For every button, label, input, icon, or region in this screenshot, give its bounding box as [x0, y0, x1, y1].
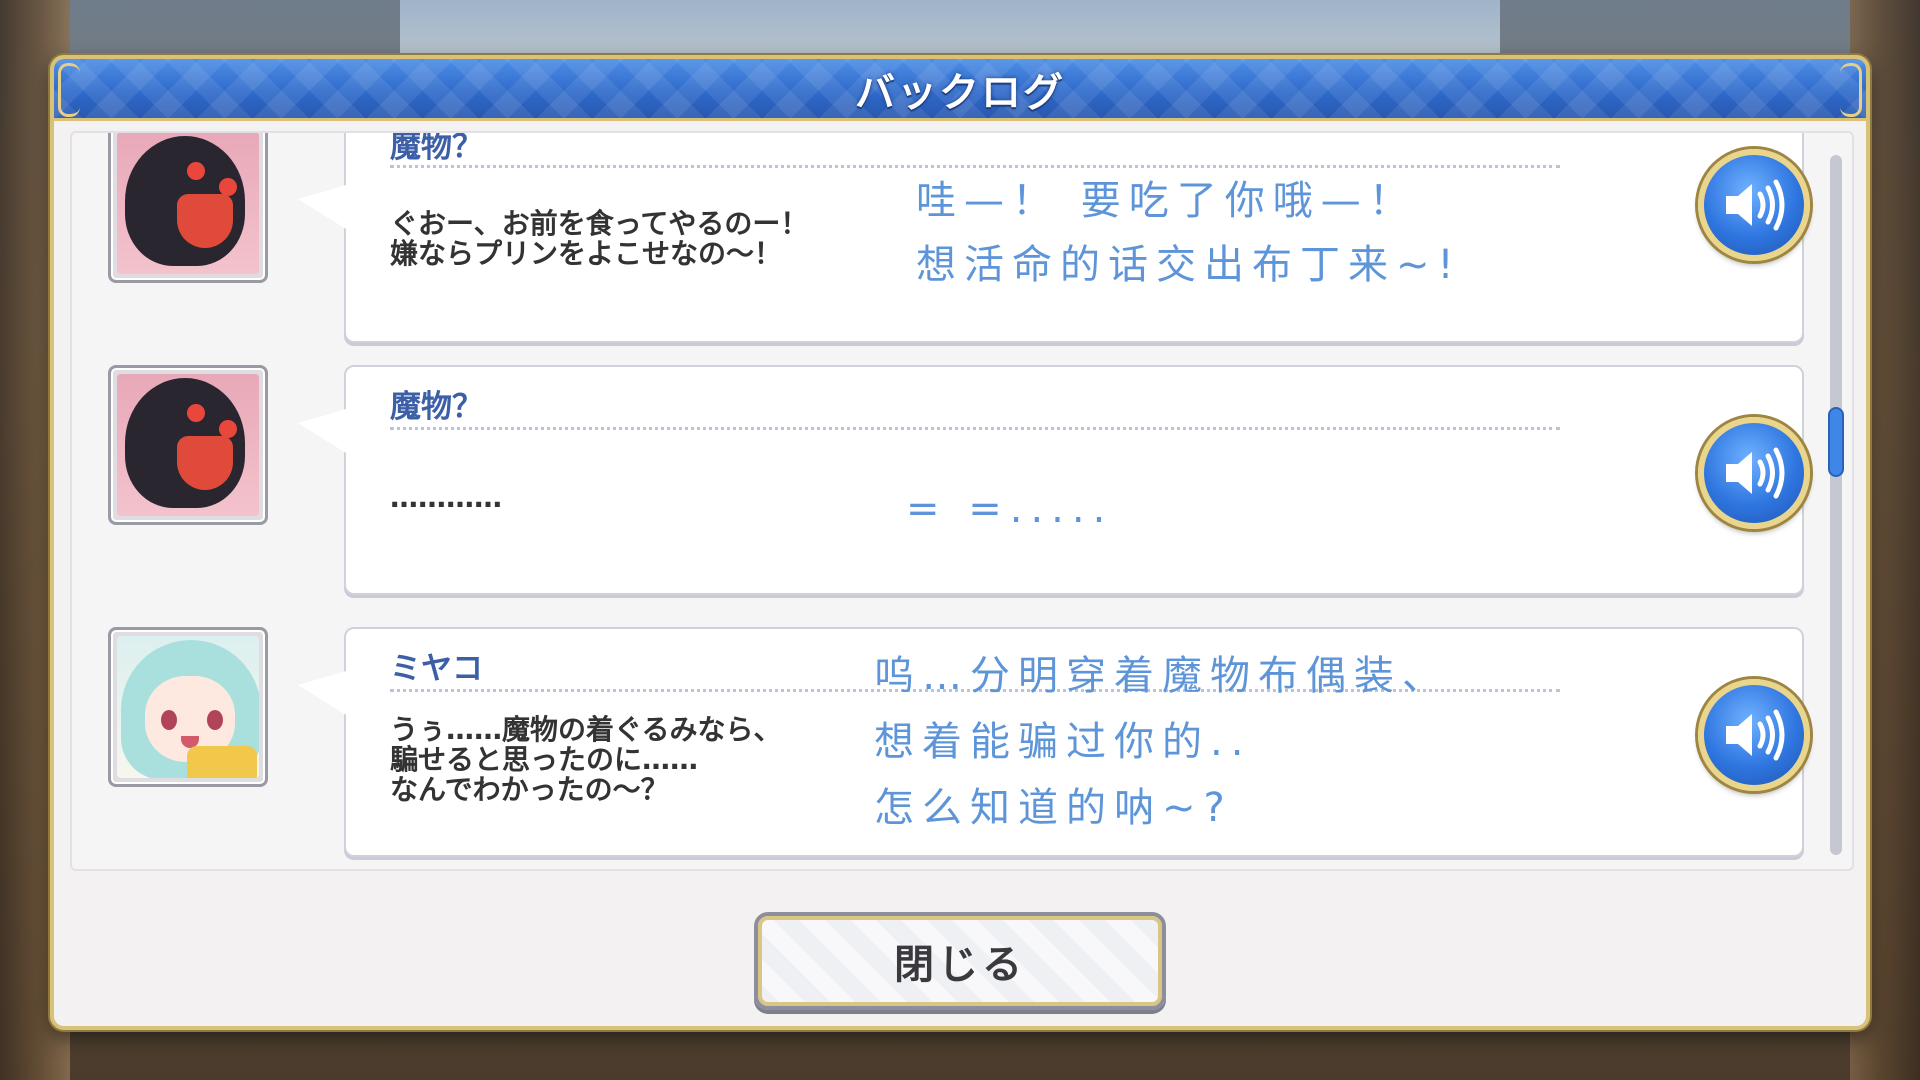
message-text: うぅ……魔物の着ぐるみなら、 騙せると思ったのに…… なんでわかったの〜？	[390, 713, 782, 806]
translation-text: = =.....	[906, 486, 1114, 532]
girl-portrait-icon	[117, 636, 259, 778]
monster-portrait-icon	[117, 374, 259, 516]
message-bubble: 魔物？ ………… = =.....	[298, 365, 1810, 595]
speaker-name: 魔物？	[390, 389, 483, 425]
backlog-entry: 魔物？ ぐおー、お前を食ってやるのー！ 嫌ならプリンをよこせなの〜！ 哇—！ 要…	[72, 131, 1832, 343]
backlog-entry: 魔物？ ………… = =.....	[72, 365, 1832, 605]
translation-text: 哇—！ 要吃了你哦—！ 想活命的话交出布丁来~!	[916, 178, 1462, 288]
scrollbar-thumb[interactable]	[1828, 407, 1844, 477]
backlog-list[interactable]: 魔物？ ぐおー、お前を食ってやるのー！ 嫌ならプリンをよこせなの〜！ 哇—！ 要…	[70, 131, 1854, 871]
avatar	[108, 133, 268, 283]
voice-play-button[interactable]	[1698, 149, 1810, 261]
monster-portrait-icon	[117, 133, 259, 274]
header-ornament-left	[58, 63, 80, 117]
backlog-dialog: バックログ 魔物？ ぐおー、お前を食ってやるのー！ 嫌ならプリンをよこせなの〜！…	[50, 55, 1870, 1030]
dialog-title: バックログ	[855, 69, 1065, 116]
voice-play-button[interactable]	[1698, 417, 1810, 529]
speaker-icon	[1726, 447, 1785, 499]
dialog-header: バックログ	[54, 59, 1866, 121]
header-ornament-right	[1840, 63, 1862, 117]
close-button[interactable]: 閉じる	[754, 912, 1166, 1010]
message-text: …………	[390, 481, 502, 514]
message-text: ぐおー、お前を食ってやるのー！ 嫌ならプリンをよこせなの〜！	[390, 207, 809, 270]
message-bubble: ミヤコ うぅ……魔物の着ぐるみなら、 騙せると思ったのに…… なんでわかったの〜…	[298, 627, 1810, 857]
speaker-icon	[1726, 709, 1785, 761]
translation-text: 呜…分明穿着魔物布偶装、 想着能骗过你的.. 怎么知道的呐~?	[874, 653, 1450, 831]
scrollbar[interactable]	[1828, 155, 1844, 855]
separator	[390, 165, 1560, 168]
voice-play-button[interactable]	[1698, 679, 1810, 791]
speaker-name: 魔物？	[390, 131, 483, 165]
close-button-label: 閉じる	[894, 942, 1026, 988]
avatar	[108, 627, 268, 787]
speaker-name: ミヤコ	[390, 651, 483, 687]
background-sky	[400, 0, 1500, 60]
backlog-entry: ミヤコ うぅ……魔物の着ぐるみなら、 騙せると思ったのに…… なんでわかったの〜…	[72, 627, 1832, 867]
avatar	[108, 365, 268, 525]
message-bubble: 魔物？ ぐおー、お前を食ってやるのー！ 嫌ならプリンをよこせなの〜！ 哇—！ 要…	[298, 131, 1810, 343]
speaker-icon	[1726, 179, 1785, 231]
separator	[390, 427, 1560, 430]
